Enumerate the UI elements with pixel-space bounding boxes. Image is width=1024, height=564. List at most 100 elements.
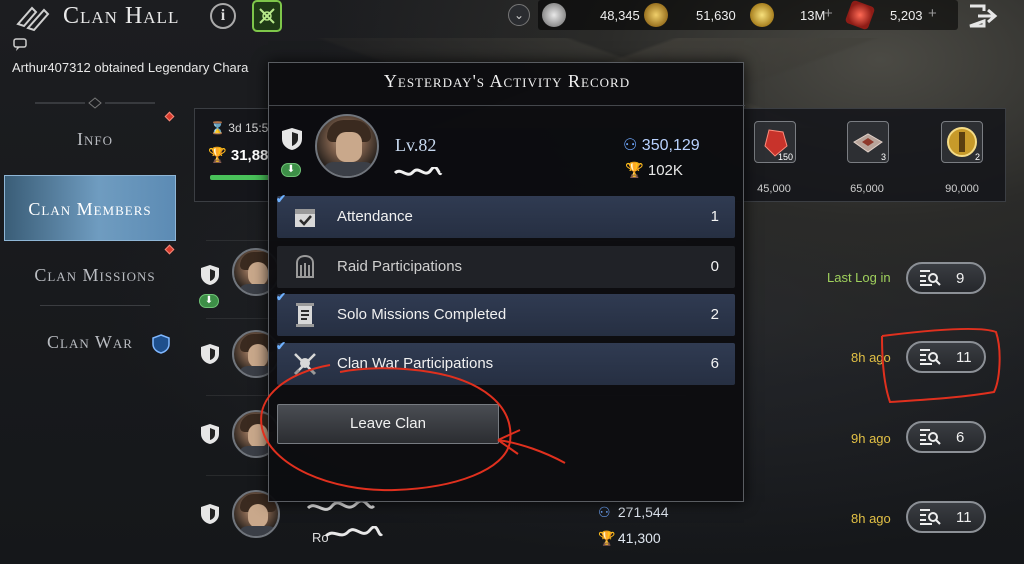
modal-title: Yesterday's Activity Record	[383, 71, 631, 91]
redacted-name-scribble	[393, 167, 443, 176]
power-icon: ⚇	[598, 504, 611, 520]
page-title: Clan Hall	[63, 3, 180, 29]
rank-shield-icon	[201, 424, 219, 444]
gold-medal-icon	[750, 3, 774, 27]
view-count: 11	[956, 349, 972, 366]
sidebar-divider	[40, 305, 150, 306]
add-resource-button[interactable]: +	[824, 5, 833, 22]
view-activity-button[interactable]: 6	[906, 421, 986, 453]
resources-dropdown-button[interactable]: ⌄	[508, 4, 530, 26]
rank-shield-icon	[282, 128, 302, 150]
raid-gate-icon	[296, 254, 314, 278]
member-level: Lv.82	[395, 135, 437, 155]
redacted-name-scribble	[306, 500, 376, 511]
record-search-icon	[920, 509, 941, 525]
activity-value: 1	[710, 208, 719, 225]
reward-cost: 90,000	[945, 183, 979, 195]
resource-medal: 13M +	[750, 3, 833, 27]
resource-value: 5,203	[890, 8, 923, 23]
ornament-divider	[35, 97, 155, 109]
reward-item[interactable]: 2	[941, 121, 983, 163]
checkmark-icon: ✔	[276, 192, 287, 206]
last-login-text: 9h ago	[851, 431, 891, 446]
silver-coin-icon	[542, 3, 566, 27]
record-search-icon	[920, 429, 941, 445]
reward-item[interactable]: 150	[754, 121, 796, 163]
view-count: 6	[956, 429, 965, 446]
reward-cost: 65,000	[850, 183, 884, 195]
last-login-text: 8h ago	[851, 350, 891, 365]
activity-label: Solo Missions Completed	[337, 306, 507, 323]
rank-shield-icon	[201, 504, 219, 524]
resource-value: 51,630	[696, 8, 736, 23]
modal-header-divider	[269, 105, 745, 106]
rank-down-badge: ⬇	[199, 294, 219, 308]
last-login-text: Last Log in	[827, 270, 891, 285]
chat-message[interactable]: Arthur407312 obtained Legendary Chara	[12, 60, 269, 75]
shield-icon	[152, 334, 170, 354]
member-trophies: 🏆 102K	[625, 162, 683, 179]
rank-shield-icon	[201, 344, 219, 364]
activity-label: Attendance	[337, 208, 413, 225]
clan-emblem-icon[interactable]	[252, 0, 282, 32]
resource-silver: 48,345	[542, 3, 640, 27]
redacted-name-scribble	[324, 526, 384, 538]
red-crystal-icon	[844, 0, 876, 31]
clan-trophy-total: 🏆 31,88	[208, 147, 269, 164]
activity-value: 0	[710, 258, 719, 275]
activity-record-modal: Yesterday's Activity Record ⬇ Lv.82 ⚇ 35…	[268, 62, 745, 502]
reward-cost: 45,000	[757, 183, 791, 195]
sidebar-item-clan-missions[interactable]: Clan Missions	[0, 252, 190, 298]
calendar-check-icon	[295, 209, 315, 227]
gold-coin-icon	[644, 3, 668, 27]
leave-clan-button[interactable]: Leave Clan	[277, 404, 499, 444]
trophy-icon: 🏆	[625, 162, 644, 179]
member-trophies: 🏆 41,300	[598, 530, 661, 546]
reward-item[interactable]: 3	[847, 121, 889, 163]
trophy-icon: 🏆	[598, 530, 616, 546]
info-button[interactable]: i	[210, 3, 236, 29]
chevron-down-icon: ⌄	[513, 8, 525, 22]
last-login-text: 8h ago	[851, 511, 891, 526]
sidebar-item-info[interactable]: Info	[0, 116, 190, 162]
clan-logo-icon	[16, 6, 50, 32]
sidebar: Info Clan Members Clan Missions Clan War	[0, 95, 190, 555]
view-activity-button[interactable]: 9	[906, 262, 986, 294]
member-power: ⚇ 350,129	[623, 137, 700, 154]
sidebar-item-clan-members[interactable]: Clan Members	[4, 175, 176, 241]
trophy-icon: 🏆	[208, 147, 227, 164]
activity-row-solo-missions: ✔ Solo Missions Completed 2	[276, 290, 735, 336]
activity-row-attendance: ✔ Attendance 1	[276, 192, 735, 238]
hourglass-icon: ⌛	[210, 121, 225, 135]
checkmark-icon: ✔	[276, 339, 287, 353]
top-bar: Clan Hall i ⌄ 48,345 51,630 13M + 5,203 …	[0, 0, 1024, 34]
activity-value: 6	[710, 355, 719, 372]
reward-timer: ⌛ 3d 15:5	[210, 121, 269, 135]
exit-icon[interactable]	[966, 2, 1000, 30]
record-search-icon	[920, 349, 941, 365]
activity-label: Clan War Participations	[337, 355, 494, 372]
activity-label: Raid Participations	[337, 258, 463, 275]
activity-value: 2	[710, 306, 719, 323]
power-icon: ⚇	[623, 137, 638, 154]
resource-gold: 51,630	[644, 3, 736, 27]
activity-row-raid: Raid Participations 0	[277, 246, 735, 288]
reward-progress-bar	[210, 175, 270, 180]
member-avatar	[315, 114, 379, 178]
rank-down-badge: ⬇	[281, 163, 301, 177]
resource-bar: 48,345 51,630 13M + 5,203 +	[538, 0, 958, 31]
checkmark-icon: ✔	[276, 290, 287, 304]
activity-row-clan-war: ✔ Clan War Participations 6	[276, 339, 735, 385]
resource-crystal: 5,203 +	[844, 0, 937, 31]
resource-value: 13M	[800, 8, 826, 23]
crossed-swords-icon	[293, 353, 317, 376]
view-activity-button[interactable]: 11	[906, 501, 986, 533]
resource-value: 48,345	[600, 8, 640, 23]
rank-shield-icon	[201, 265, 219, 285]
view-activity-button[interactable]: 11	[906, 341, 986, 373]
chat-icon[interactable]	[13, 38, 29, 52]
record-search-icon	[920, 270, 941, 286]
scroll-icon	[296, 303, 314, 327]
view-count: 9	[956, 270, 965, 287]
add-resource-button[interactable]: +	[928, 5, 937, 22]
